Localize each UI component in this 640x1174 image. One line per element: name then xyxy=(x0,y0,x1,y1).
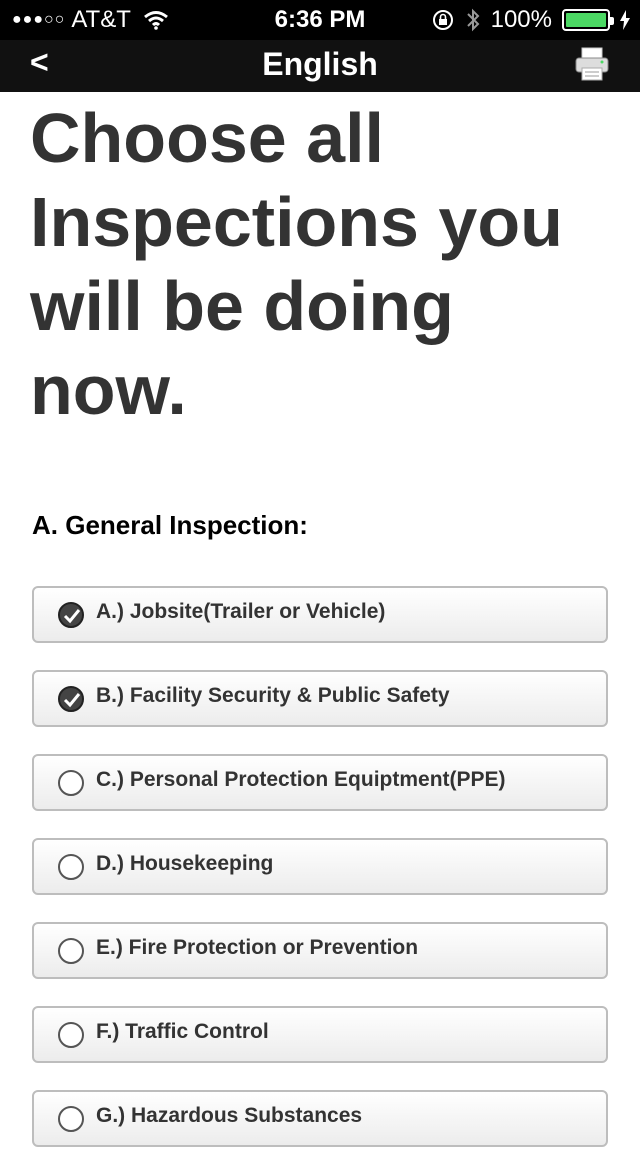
charging-icon xyxy=(620,10,630,30)
navigation-bar: < English xyxy=(0,40,640,92)
inspection-option[interactable]: D.) Housekeeping xyxy=(32,838,608,895)
battery-icon xyxy=(562,9,614,31)
bluetooth-icon xyxy=(466,8,480,32)
inspection-option[interactable]: C.) Personal Protection Equiptment(PPE) xyxy=(32,754,608,811)
nav-title: English xyxy=(262,46,378,82)
checkbox-icon[interactable] xyxy=(58,1021,84,1048)
print-icon[interactable] xyxy=(574,46,610,82)
checkbox-icon[interactable] xyxy=(58,1105,84,1132)
checkbox-icon[interactable] xyxy=(58,769,84,796)
inspection-option[interactable]: B.) Facility Security & Public Safety xyxy=(32,670,608,727)
status-bar: ●●●○○ AT&T 6:36 PM 100% xyxy=(0,0,640,40)
page-heading: Choose all Inspections you will be doing… xyxy=(30,99,563,429)
checkbox-icon[interactable] xyxy=(58,685,84,712)
status-right: 100% xyxy=(431,6,630,34)
option-label: E.) Fire Protection or Prevention xyxy=(96,935,419,959)
inspection-option[interactable]: F.) Traffic Control xyxy=(32,1006,608,1063)
option-label: G.) Hazardous Substances xyxy=(96,1103,363,1127)
option-label: C.) Personal Protection Equiptment(PPE) xyxy=(96,767,506,791)
rotation-lock-icon xyxy=(432,10,453,30)
checkbox-icon[interactable] xyxy=(58,853,84,880)
battery-percent: 100% xyxy=(490,6,552,33)
checkbox-icon[interactable] xyxy=(58,937,84,964)
option-label: A.) Jobsite(Trailer or Vehicle) xyxy=(96,599,386,623)
inspection-option[interactable]: E.) Fire Protection or Prevention xyxy=(32,922,608,979)
checkbox-icon[interactable] xyxy=(58,601,84,628)
section-title: A. General Inspection: xyxy=(32,510,308,540)
option-label: B.) Facility Security & Public Safety xyxy=(96,683,450,707)
option-label: F.) Traffic Control xyxy=(96,1019,269,1043)
inspection-option[interactable]: G.) Hazardous Substances xyxy=(32,1090,608,1147)
inspection-option[interactable]: A.) Jobsite(Trailer or Vehicle) xyxy=(32,586,608,643)
option-label: D.) Housekeeping xyxy=(96,851,274,875)
inspection-list: A.) Jobsite(Trailer or Vehicle) B.) Faci… xyxy=(32,586,608,1174)
